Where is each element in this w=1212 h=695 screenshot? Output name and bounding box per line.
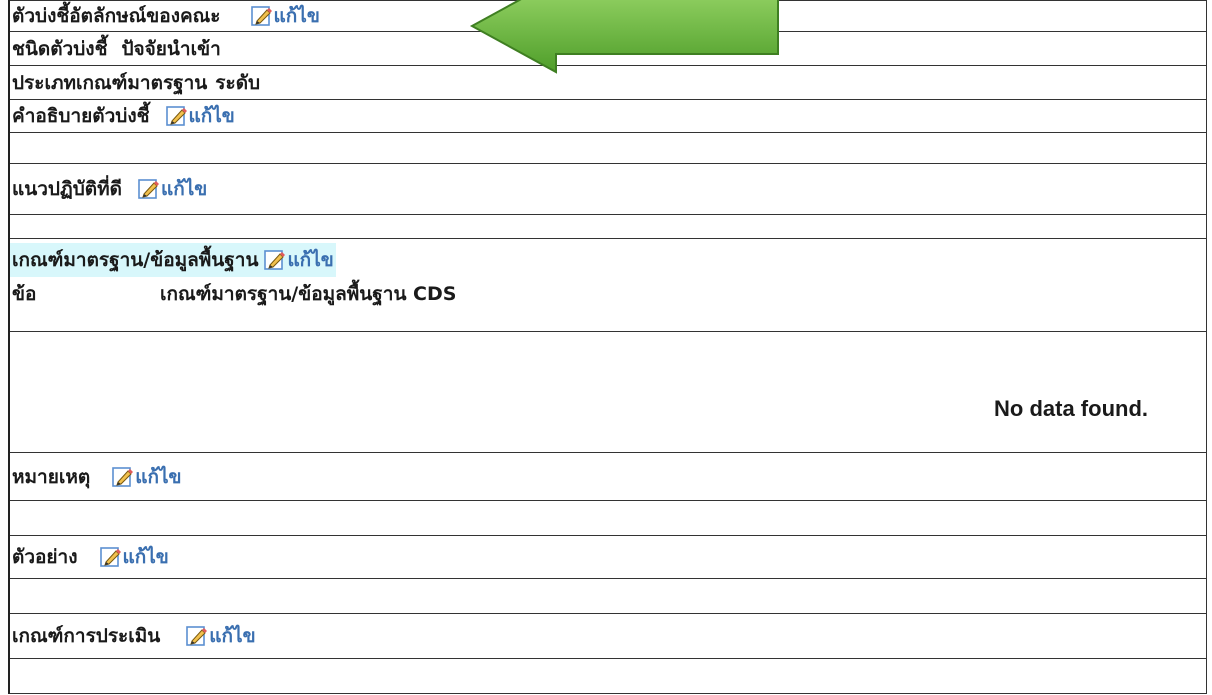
edit-remark-link[interactable]: แก้ไข [112,462,182,492]
edit-example-link[interactable]: แก้ไข [100,542,169,572]
pencil-edit-icon [112,466,134,488]
row-description: คำอธิบายตัวบ่งชี้ แก้ไข [10,100,1206,133]
pencil-edit-icon [166,105,188,127]
row-description-content [10,133,1206,164]
edit-label: แก้ไข [160,178,208,200]
row-best-practice: แนวปฏิบัติที่ดี แก้ไข [10,164,1206,215]
no-data-message: No data found. [994,396,1148,421]
edit-assessment-link[interactable]: แก้ไข [186,621,256,651]
row-standard-criteria: เกณฑ์มาตรฐาน/ข้อมูลพื้นฐาน แก้ไข ข้อ เกณ… [10,239,1206,332]
row-remark-content [10,501,1206,536]
column-criteria-header: เกณฑ์มาตรฐาน/ข้อมูลพื้นฐาน CDS [160,283,457,305]
pencil-edit-icon [100,546,122,568]
edit-description-link[interactable]: แก้ไข [166,101,235,131]
edit-label: แก้ไข [135,465,182,488]
indicator-type-label: ชนิดตัวบ่งชี้ [12,37,108,60]
standard-criteria-label: เกณฑ์มาตรฐาน/ข้อมูลพื้นฐาน [12,249,259,271]
row-assessment-content [10,659,1206,694]
row-assessment: เกณฑ์การประเมิน แก้ไข [10,614,1206,659]
pencil-edit-icon [264,249,286,271]
edit-standard-criteria-link[interactable]: แก้ไข [264,245,334,275]
faculty-indicator-label: ตัวบ่งชี้อัตลักษณ์ของคณะ [12,5,221,27]
pencil-edit-icon [138,178,160,200]
row-standard-criteria-data: No data found. [10,372,1206,453]
row-remark: หมายเหตุ แก้ไข [10,453,1206,501]
edit-label: แก้ไข [273,5,320,27]
row-example-content [10,579,1206,614]
pencil-edit-icon [251,5,273,27]
edit-label: แก้ไข [122,546,169,568]
criteria-type-label: ประเภทเกณฑ์มาตรฐาน [12,71,208,94]
indicator-detail-panel: ตัวบ่งชี้อัตลักษณ์ของคณะ แก้ไข ชนิดตัวบ่… [8,0,1207,694]
indicator-type-value: ปัจจัยนำเข้า [121,37,221,60]
assessment-label: เกณฑ์การประเมิน [12,625,161,647]
remark-label: หมายเหตุ [12,465,91,488]
example-label: ตัวอย่าง [12,546,78,568]
callout-arrow-icon [469,0,779,74]
description-label: คำอธิบายตัวบ่งชี้ [12,105,150,127]
edit-best-practice-link[interactable]: แก้ไข [138,174,207,204]
standard-criteria-header: เกณฑ์มาตรฐาน/ข้อมูลพื้นฐาน แก้ไข [10,243,336,277]
row-example: ตัวอย่าง แก้ไข [10,536,1206,579]
edit-faculty-indicator-link[interactable]: แก้ไข [251,1,320,31]
row-best-practice-content [10,215,1206,239]
standard-criteria-table-header: ข้อ เกณฑ์มาตรฐาน/ข้อมูลพื้นฐาน CDS [10,277,1206,311]
pencil-edit-icon [186,625,208,647]
best-practice-label: แนวปฏิบัติที่ดี [12,178,122,200]
edit-label: แก้ไข [287,249,334,271]
column-no-header: ข้อ [12,283,37,305]
edit-label: แก้ไข [188,105,235,127]
edit-label: แก้ไข [209,625,256,647]
criteria-type-value: ระดับ [215,71,261,94]
